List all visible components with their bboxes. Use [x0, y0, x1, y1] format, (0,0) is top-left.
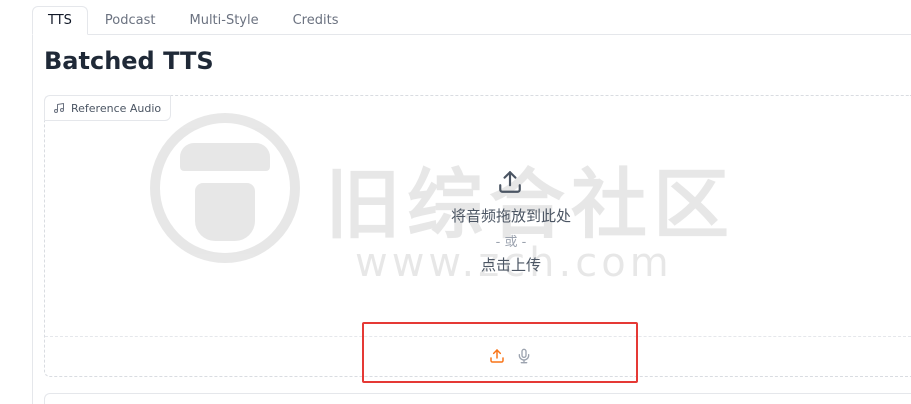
tab-bar: TTS Podcast Multi-Style Credits	[32, 6, 355, 35]
drop-hint-text: 将音频拖放到此处	[450, 207, 571, 225]
microphone-source-button[interactable]	[514, 345, 534, 367]
or-separator-text: - 或 -	[495, 235, 527, 250]
next-input-block	[44, 393, 911, 404]
upload-icon	[490, 349, 504, 363]
upload-icon	[499, 171, 521, 193]
reference-audio-label-text: Reference Audio	[71, 101, 162, 115]
page-title: Batched TTS	[44, 47, 214, 75]
microphone-icon	[518, 348, 530, 364]
tab-multi-style[interactable]: Multi-Style	[172, 6, 275, 35]
music-note-icon	[54, 103, 64, 113]
tab-credits[interactable]: Credits	[276, 6, 356, 35]
audio-toolbar-divider	[45, 336, 911, 337]
upload-source-button[interactable]	[487, 346, 507, 366]
reference-audio-label: Reference Audio	[44, 95, 172, 121]
tab-podcast[interactable]: Podcast	[88, 6, 173, 35]
tab-tts[interactable]: TTS	[32, 6, 88, 35]
click-upload-text: 点击上传	[480, 256, 541, 274]
